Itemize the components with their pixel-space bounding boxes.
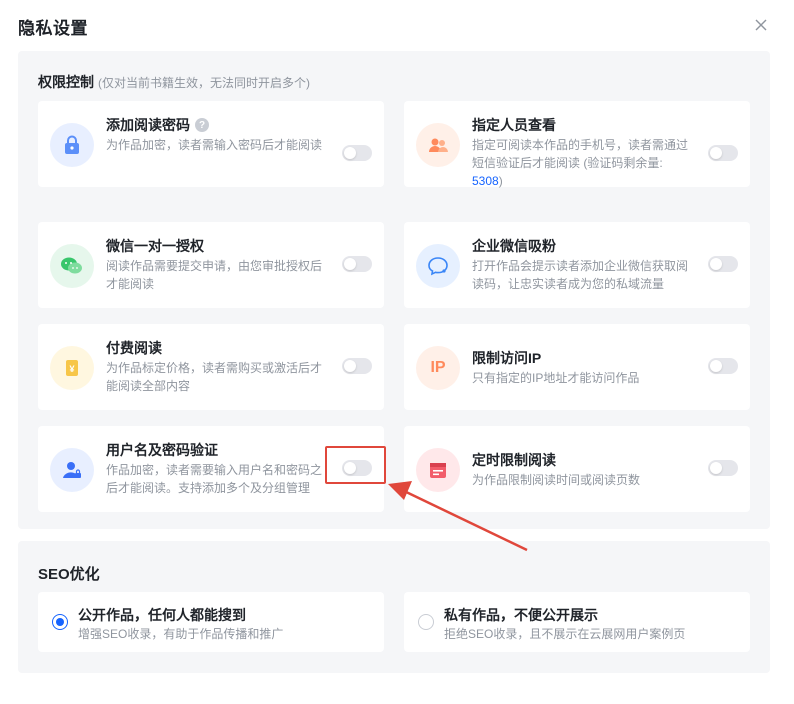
price-tag-icon: ¥ — [50, 346, 94, 390]
permission-heading-text: 权限控制 — [38, 74, 94, 90]
card-title: 指定人员查看 — [472, 117, 556, 133]
radio-public[interactable] — [52, 614, 68, 630]
card-title: 添加阅读密码? — [106, 115, 209, 135]
calendar-icon — [416, 448, 460, 492]
card-timed-reading: 定时限制阅读 为作品限制阅读时间或阅读页数 — [404, 426, 750, 512]
radio-private[interactable] — [418, 614, 434, 630]
card-desc: 阅读作品需要提交申请，由您审批授权后才能阅读 — [106, 259, 323, 291]
sms-remaining-count: 5308 — [472, 174, 499, 188]
card-title-text: 添加阅读密码 — [106, 117, 190, 133]
toggle-paid-reading[interactable] — [342, 358, 372, 374]
card-desc: 打开作品会提示读者添加企业微信获取阅读码，让忠实读者成为您的私域流量 — [472, 259, 689, 291]
card-title: 企业微信吸粉 — [472, 238, 556, 254]
annotation-highlight-box — [325, 446, 386, 484]
card-desc: 只有指定的IP地址才能访问作品 — [472, 371, 640, 385]
card-desc: 指定可阅读本作品的手机号，读者需通过短信验证后才能阅读 (验证码剩余量: 5308… — [472, 136, 690, 190]
permission-note: (仅对当前书籍生效，无法同时开启多个) — [98, 76, 310, 90]
seo-section: SEO优化 公开作品，任何人都能搜到 增强SEO收录，有助于作品传播和推广 私有… — [18, 541, 770, 673]
seo-option-title: 私有作品，不便公开展示 — [444, 607, 598, 623]
permission-section: 权限控制 (仅对当前书籍生效，无法同时开启多个) 添加阅读密码? 为作品加密，读者… — [18, 51, 770, 529]
card-wechat-authorization: 微信一对一授权 阅读作品需要提交申请，由您审批授权后才能阅读 — [38, 222, 384, 308]
card-title: 付费阅读 — [106, 340, 162, 356]
toggle-timed-reading[interactable] — [708, 460, 738, 476]
seo-option-desc: 拒绝SEO收录，且不展示在云展网用户案例页 — [444, 627, 686, 641]
card-desc-close: ) — [498, 174, 503, 188]
seo-option-title: 公开作品，任何人都能搜到 — [78, 607, 246, 623]
ip-icon: IP — [416, 346, 460, 390]
close-icon[interactable] — [752, 16, 770, 34]
toggle-designated-viewers[interactable] — [708, 145, 738, 161]
card-designated-viewers: 指定人员查看 指定可阅读本作品的手机号，读者需通过短信验证后才能阅读 (验证码剩… — [404, 101, 750, 190]
users-icon — [416, 123, 460, 167]
lock-icon — [50, 123, 94, 167]
user-lock-icon — [50, 448, 94, 492]
toggle-ip-restriction[interactable] — [708, 358, 738, 374]
seo-option-public[interactable]: 公开作品，任何人都能搜到 增强SEO收录，有助于作品传播和推广 — [38, 592, 384, 652]
seo-heading: SEO优化 — [38, 566, 100, 583]
card-desc: 为作品限制阅读时间或阅读页数 — [472, 473, 641, 487]
svg-text:¥: ¥ — [69, 364, 74, 374]
card-wecom-fans: 企业微信吸粉 打开作品会提示读者添加企业微信获取阅读码，让忠实读者成为您的私域流… — [404, 222, 750, 308]
card-title: 用户名及密码验证 — [106, 442, 218, 458]
card-desc-text: 指定可阅读本作品的手机号，读者需通过短信验证后才能阅读 (验证码剩余量: — [472, 138, 689, 170]
help-icon[interactable]: ? — [195, 118, 209, 132]
seo-option-desc: 增强SEO收录，有助于作品传播和推广 — [78, 627, 284, 641]
wechat-icon — [50, 244, 94, 288]
toggle-reading-password[interactable] — [342, 145, 372, 161]
permission-heading: 权限控制 (仅对当前书籍生效，无法同时开启多个) — [38, 72, 310, 92]
card-title: 限制访问IP — [472, 350, 542, 366]
card-desc: 作品加密，读者需要输入用户名和密码之后才能阅读。支持添加多个及分组管理 — [106, 463, 323, 495]
dialog-title: 隐私设置 — [18, 19, 88, 38]
toggle-wechat-authorization[interactable] — [342, 256, 372, 272]
card-reading-password: 添加阅读密码? 为作品加密，读者需输入密码后才能阅读 — [38, 101, 384, 187]
ip-icon-label: IP — [430, 359, 446, 376]
wecom-icon — [416, 244, 460, 288]
seo-option-private[interactable]: 私有作品，不便公开展示 拒绝SEO收录，且不展示在云展网用户案例页 — [404, 592, 750, 652]
card-ip-restriction: IP 限制访问IP 只有指定的IP地址才能访问作品 — [404, 324, 750, 410]
card-desc: 为作品标定价格，读者需购买或激活后才能阅读全部内容 — [106, 361, 323, 393]
card-desc: 为作品加密，读者需输入密码后才能阅读 — [106, 138, 323, 152]
card-title: 定时限制阅读 — [472, 452, 556, 468]
card-paid-reading: ¥ 付费阅读 为作品标定价格，读者需购买或激活后才能阅读全部内容 — [38, 324, 384, 410]
toggle-wecom-fans[interactable] — [708, 256, 738, 272]
card-title: 微信一对一授权 — [106, 238, 204, 254]
